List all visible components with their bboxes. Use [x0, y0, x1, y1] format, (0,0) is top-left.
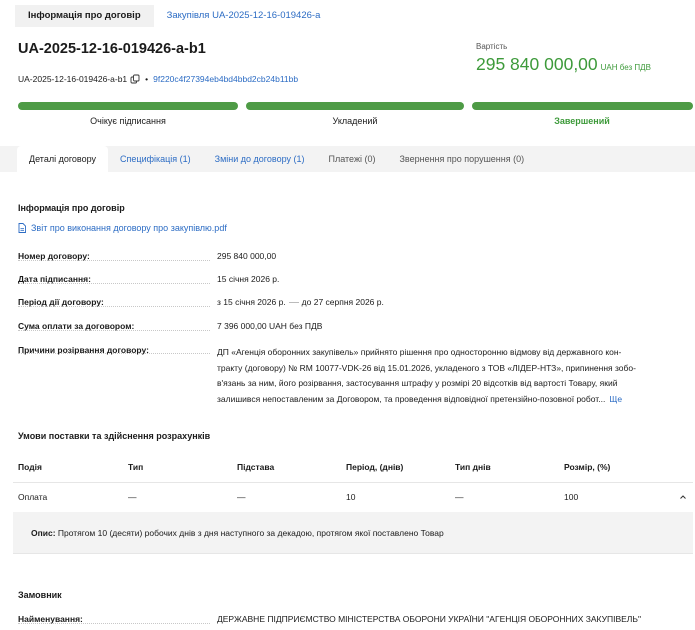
cell-period: 10	[346, 492, 356, 502]
show-more-link[interactable]: Ще	[609, 394, 622, 404]
payment-amount-value: 7 396 000,00 UAH без ПДВ	[217, 321, 323, 331]
contract-sub-id: UA-2025-12-16-019426-a-b1	[18, 74, 128, 84]
stage-bar-concluded	[246, 102, 464, 110]
section-title-buyer: Замовник	[18, 590, 62, 600]
description-value: Протягом 10 (десяти) робочих днів з дня …	[57, 528, 444, 538]
buyer-name-label: Найменування:	[18, 614, 83, 624]
stage-bar-completed	[472, 102, 693, 110]
tab-contract-details[interactable]: Деталі договору	[17, 146, 109, 172]
cell-amount: 100	[564, 492, 579, 502]
tab-specification[interactable]: Специфікація (1)	[108, 146, 203, 172]
separator: •	[145, 74, 149, 84]
column-header-event: Подія	[18, 462, 42, 472]
reason-line: тракту (договору) № RM 10077-VDK-26 від …	[217, 362, 636, 373]
stage-bar-awaiting	[18, 102, 238, 110]
reason-line: в'язань за ним, його розірвання, застосу…	[217, 378, 618, 388]
table-divider	[13, 482, 693, 483]
value-currency-note: UAH без ПДВ	[600, 63, 651, 72]
page-title: UA-2025-12-16-019426-a-b1	[18, 41, 206, 57]
cell-day-type: —	[455, 492, 464, 502]
document-link-label: Звіт про виконання договору про закупівл…	[31, 223, 227, 233]
document-link[interactable]: Звіт про виконання договору про закупівл…	[18, 223, 227, 233]
termination-reason-text: ДП «Агенція оборонних закупівель» прийня…	[217, 345, 687, 407]
buyer-name-value: ДЕРЖАВНЕ ПІДПРИЄМСТВО МІНІСТЕРСТВА ОБОРО…	[217, 614, 641, 624]
tab-payments[interactable]: Платежі (0)	[317, 146, 388, 172]
period-from: з 15 січня 2026 р.	[217, 297, 286, 307]
contract-period-label: Період дії договору:	[18, 297, 104, 307]
contract-period-value: з 15 січня 2026 р. до 27 серпня 2026 р.	[217, 297, 384, 307]
cell-basis: —	[237, 492, 246, 502]
chevron-up-icon[interactable]	[679, 494, 687, 500]
contract-number-value: 295 840 000,00	[217, 251, 277, 261]
value-label: Вартість	[476, 42, 508, 51]
contract-identifiers: UA-2025-12-16-019426-a-b1 • 9f220c4f2739…	[18, 74, 298, 84]
detail-tabs: Деталі договору Специфікація (1) Зміни д…	[17, 146, 536, 172]
document-icon	[18, 223, 26, 233]
value-block: Вартість 295 840 000,00 UAH без ПДВ	[476, 42, 651, 75]
cell-event: Оплата	[18, 492, 48, 502]
description-label: Опис:	[31, 528, 56, 538]
copy-icon[interactable]	[130, 74, 140, 84]
tab-contract-changes[interactable]: Зміни до договору (1)	[203, 146, 317, 172]
column-header-day-type: Тип днів	[455, 462, 491, 472]
hash-link[interactable]: 9f220c4f27394eb4bd4bbd2cb24b11bb	[153, 74, 298, 84]
period-dash	[288, 302, 299, 304]
signing-date-label: Дата підписання:	[18, 274, 91, 284]
top-tabs: Інформація про договір Закупівля UA-2025…	[15, 5, 333, 27]
reason-line-last: залишився непоставленим за Договором, та…	[217, 392, 687, 408]
stage-label-concluded: Укладений	[332, 116, 378, 126]
value-amount-number: 295 840 000,00	[476, 54, 598, 74]
top-tab-procurement[interactable]: Закупівля UA-2025-12-16-019426-a	[154, 5, 334, 27]
termination-reason-label: Причини розірвання договору:	[18, 345, 149, 355]
top-tab-contract-info[interactable]: Інформація про договір	[15, 5, 154, 27]
period-to: до 27 серпня 2026 р.	[301, 297, 384, 307]
column-header-type: Тип	[128, 462, 144, 472]
reason-line: ДП «Агенція оборонних закупівель» прийня…	[217, 347, 622, 357]
tab-violation-reports[interactable]: Звернення про порушення (0)	[387, 146, 536, 172]
column-header-amount: Розмір, (%)	[564, 462, 611, 472]
stage-label-awaiting: Очікує підписання	[90, 116, 166, 126]
stage-label-completed: Завершений	[554, 116, 610, 126]
description-text: Опис: Протягом 10 (десяти) робочих днів …	[31, 528, 444, 538]
reason-line: залишився непоставленим за Договором, та…	[217, 393, 606, 404]
column-header-basis: Підстава	[237, 462, 275, 472]
signing-date-value: 15 січня 2026 р.	[217, 274, 280, 284]
cell-type: —	[128, 492, 137, 502]
table-row-description: Опис: Протягом 10 (десяти) робочих днів …	[13, 512, 693, 554]
payment-amount-label: Сума оплати за договором:	[18, 321, 135, 331]
value-amount: 295 840 000,00 UAH без ПДВ	[476, 54, 651, 75]
column-header-period: Період, (днів)	[346, 462, 404, 472]
section-title-delivery: Умови поставки та здійснення розрахунків	[18, 431, 211, 441]
contract-number-label: Номер договору:	[18, 251, 90, 261]
section-title-contract-info: Інформація про договір	[18, 203, 125, 213]
